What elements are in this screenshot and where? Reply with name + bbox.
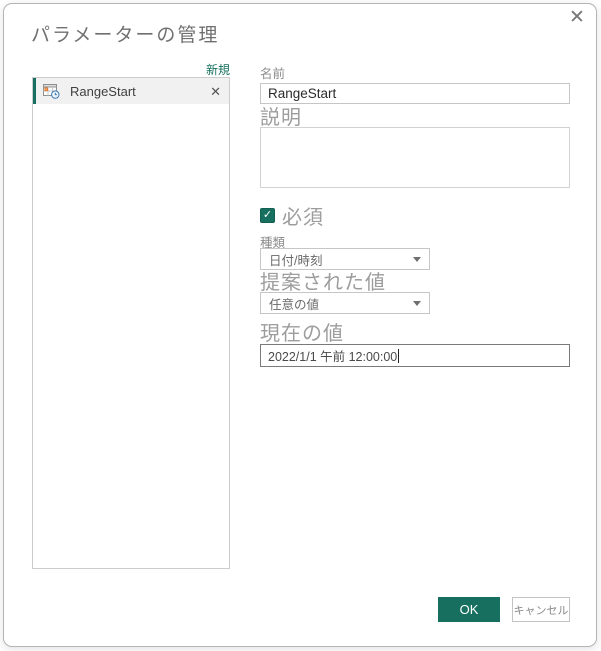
suggested-values-dropdown[interactable]: 任意の値 bbox=[260, 292, 430, 314]
manage-parameters-dialog-screen: パラメーターの管理 ✕ 新規 RangeStart ✕ 名前 RangeStar… bbox=[0, 0, 601, 651]
required-label: 必須 bbox=[282, 207, 324, 229]
text-caret bbox=[398, 348, 400, 363]
current-value-label: 現在の値 bbox=[260, 323, 344, 345]
parameter-list-item-rangestart[interactable]: RangeStart ✕ bbox=[33, 78, 229, 104]
cancel-button[interactable]: キャンセル bbox=[512, 597, 570, 622]
name-input[interactable] bbox=[260, 83, 570, 104]
current-value-input[interactable]: 2022/1/1 午前 12:00:00 bbox=[260, 344, 570, 367]
ok-button[interactable]: OK bbox=[438, 597, 500, 622]
required-checkbox[interactable]: ✓ bbox=[260, 208, 275, 223]
suggested-values-dropdown-value: 任意の値 bbox=[269, 297, 320, 312]
manage-parameters-dialog: パラメーターの管理 ✕ 新規 RangeStart ✕ 名前 RangeStar… bbox=[3, 3, 597, 647]
description-label: 説明 bbox=[260, 107, 302, 129]
new-parameter-link[interactable]: 新規 bbox=[144, 61, 230, 78]
current-value-text: 2022/1/1 午前 12:00:00 bbox=[268, 350, 398, 364]
suggested-values-label: 提案された値 bbox=[260, 272, 386, 294]
parameter-name-label: RangeStart bbox=[70, 83, 136, 99]
close-icon[interactable]: ✕ bbox=[562, 5, 592, 31]
datetime-parameter-icon bbox=[43, 83, 60, 99]
chevron-down-icon bbox=[413, 256, 421, 262]
check-icon: ✓ bbox=[262, 209, 273, 221]
dialog-title: パラメーターの管理 bbox=[31, 25, 220, 46]
name-label: 名前 bbox=[260, 67, 286, 81]
description-input[interactable] bbox=[260, 127, 570, 188]
delete-parameter-icon[interactable]: ✕ bbox=[208, 85, 223, 98]
chevron-down-icon bbox=[413, 300, 421, 306]
parameter-list: RangeStart ✕ bbox=[32, 77, 230, 569]
